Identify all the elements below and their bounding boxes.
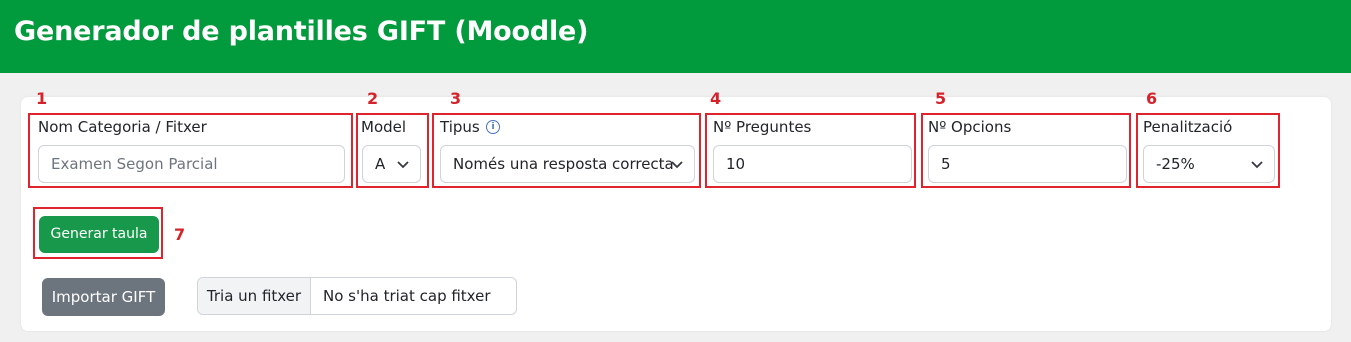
file-status-text: No s'ha triat cap fitxer: [323, 287, 491, 305]
annotation-number-2: 2: [367, 89, 379, 108]
annotation-box-1: [28, 113, 353, 188]
annotation-number-4: 4: [710, 89, 722, 108]
choose-file-button[interactable]: Tria un fitxer: [198, 278, 311, 314]
page-title: Generador de plantilles GIFT (Moodle): [14, 16, 589, 47]
app-header: Generador de plantilles GIFT (Moodle): [0, 0, 1351, 73]
annotation-box-4: [705, 113, 916, 188]
file-input[interactable]: Tria un fitxer No s'ha triat cap fitxer: [197, 277, 517, 315]
annotation-box-6: [1136, 113, 1280, 188]
annotation-box-7: [33, 207, 163, 259]
import-gift-button[interactable]: Importar GIFT: [42, 278, 165, 316]
annotation-number-1: 1: [36, 89, 48, 108]
annotation-number-6: 6: [1146, 89, 1158, 108]
annotation-number-7: 7: [174, 225, 186, 244]
annotation-number-3: 3: [450, 89, 462, 108]
annotation-box-3: [432, 113, 701, 188]
annotation-number-5: 5: [935, 89, 947, 108]
annotation-box-2: [356, 113, 429, 188]
annotation-box-5: [921, 113, 1131, 188]
